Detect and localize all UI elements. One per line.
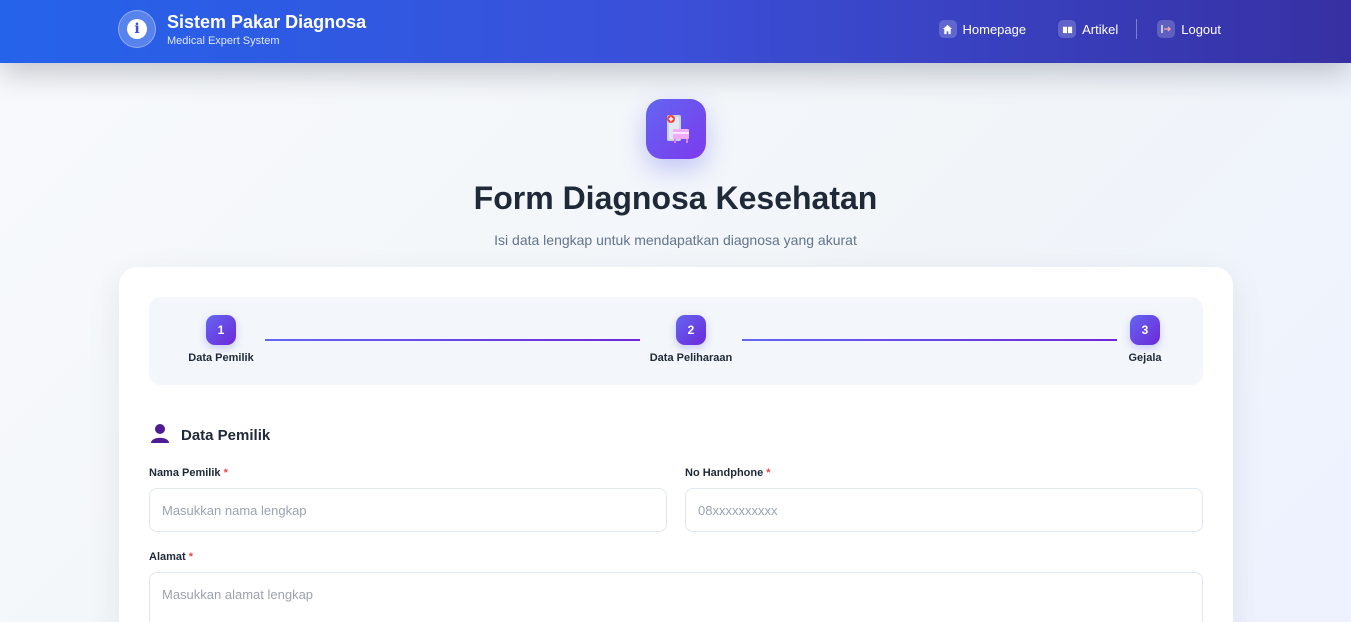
section-title: Data Pemilik <box>181 427 271 444</box>
nama-label-text: Nama Pemilik <box>149 467 221 479</box>
page-title: Form Diagnosa Kesehatan <box>473 180 878 216</box>
step-number: 1 <box>206 315 236 345</box>
diagnosa-form-card: 1 Data Pemilik 2 Data Peliharaan 3 Gejal… <box>119 267 1233 622</box>
nav-logout[interactable]: Logout <box>1157 20 1221 38</box>
phone-label: No Handphone * <box>685 467 771 479</box>
phone-label-text: No Handphone <box>685 467 764 479</box>
step-label: Data Peliharaan <box>649 352 733 364</box>
step-connector <box>265 339 640 341</box>
home-icon <box>938 20 957 38</box>
step-3[interactable]: 3 Gejala <box>1125 315 1165 364</box>
app-title: Sistem Pakar Diagnosa <box>167 11 367 32</box>
required-mark: * <box>766 467 771 479</box>
medical-clipboard-icon <box>646 99 706 159</box>
brand[interactable]: i Sistem Pakar Diagnosa Medical Expert S… <box>118 10 366 48</box>
alamat-label-text: Alamat <box>149 551 186 563</box>
info-icon: i <box>118 10 156 48</box>
main-nav: Homepage Artikel Logout <box>907 19 1221 39</box>
book-icon <box>1058 20 1077 38</box>
nav-logout-label: Logout <box>1181 21 1221 37</box>
step-number: 3 <box>1130 315 1160 345</box>
nav-artikel-label: Artikel <box>1082 21 1119 37</box>
alamat-label: Alamat * <box>149 551 193 563</box>
alamat-textarea[interactable] <box>149 572 1203 622</box>
nav-homepage-label: Homepage <box>962 21 1027 37</box>
step-1[interactable]: 1 Data Pemilik <box>185 315 257 364</box>
step-connector <box>742 339 1117 341</box>
required-mark: * <box>223 467 228 479</box>
nav-divider <box>1136 19 1138 39</box>
app-subtitle: Medical Expert System <box>167 34 280 47</box>
required-mark: * <box>188 551 194 563</box>
no-handphone-input[interactable] <box>685 488 1203 532</box>
page-subtitle: Isi data lengkap untuk mendapatkan diagn… <box>494 232 857 248</box>
nama-pemilik-input[interactable] <box>149 488 667 532</box>
progress-stepper: 1 Data Pemilik 2 Data Peliharaan 3 Gejal… <box>149 297 1203 385</box>
section-header: Data Pemilik <box>149 422 270 449</box>
step-label: Data Pemilik <box>188 352 254 364</box>
nav-artikel[interactable]: Artikel <box>1058 20 1118 38</box>
user-icon <box>149 422 171 449</box>
step-number: 2 <box>676 315 706 345</box>
step-label: Gejala <box>1128 352 1162 364</box>
step-2[interactable]: 2 Data Peliharaan <box>645 315 737 364</box>
logout-icon <box>1157 20 1176 38</box>
top-navbar: i Sistem Pakar Diagnosa Medical Expert S… <box>0 0 1351 63</box>
nav-homepage[interactable]: Homepage <box>938 20 1027 38</box>
nama-label: Nama Pemilik * <box>149 467 228 479</box>
